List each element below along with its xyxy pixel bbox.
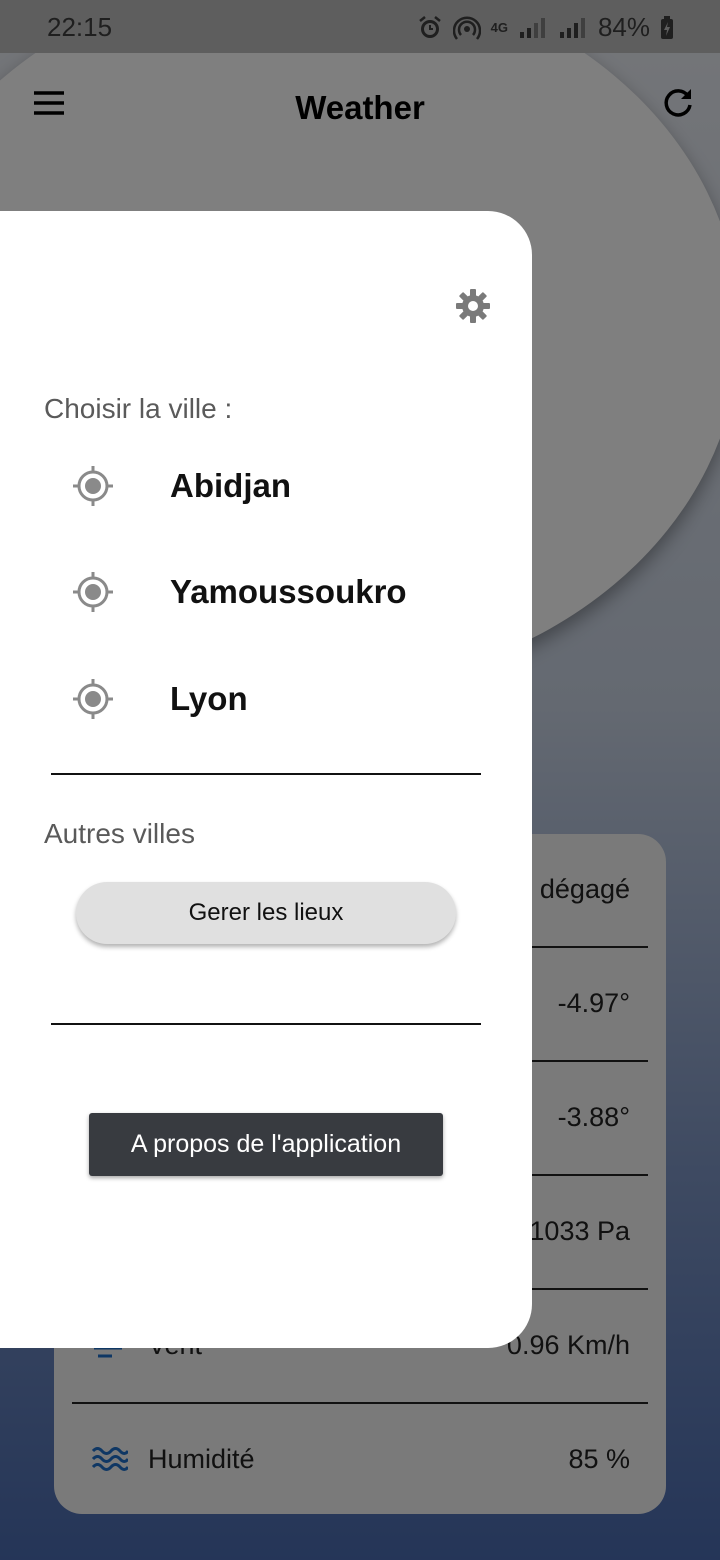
location-target-icon (72, 465, 114, 507)
status-time: 22:15 (47, 12, 113, 42)
settings-gear-icon[interactable] (454, 287, 492, 325)
divider (51, 773, 481, 775)
choose-city-label: Choisir la ville : (44, 393, 233, 424)
signal-icon (519, 17, 545, 38)
battery-charging-icon (661, 15, 673, 39)
refresh-icon[interactable] (660, 85, 696, 121)
status-icons: 4G 84% (417, 12, 674, 43)
app-title: Weather (295, 89, 425, 126)
alarm-icon (418, 15, 441, 38)
city-name: Lyon (170, 680, 248, 717)
manage-places-button[interactable]: Gerer les lieux (76, 882, 456, 944)
other-cities-label: Autres villes (44, 818, 195, 849)
signal-icon-2 (559, 17, 585, 38)
status-bar: 22:15 4G 84% (0, 0, 720, 53)
city-name: Yamoussoukro (170, 573, 407, 610)
city-item-yamoussoukro[interactable]: Yamoussoukro (0, 557, 532, 627)
divider (51, 1023, 481, 1025)
app-bar: Weather (0, 53, 720, 165)
battery-percent: 84% (597, 12, 650, 42)
about-app-button[interactable]: A propos de l'application (89, 1113, 443, 1176)
city-name: Abidjan (170, 467, 291, 504)
network-type: 4G (490, 20, 508, 35)
location-target-icon (72, 571, 114, 613)
city-item-abidjan[interactable]: Abidjan (0, 451, 532, 521)
navigation-drawer: Choisir la ville : Abidjan Yamoussoukro (0, 211, 532, 1348)
location-target-icon (72, 678, 114, 720)
city-item-lyon[interactable]: Lyon (0, 664, 532, 734)
hotspot-icon (452, 15, 481, 40)
